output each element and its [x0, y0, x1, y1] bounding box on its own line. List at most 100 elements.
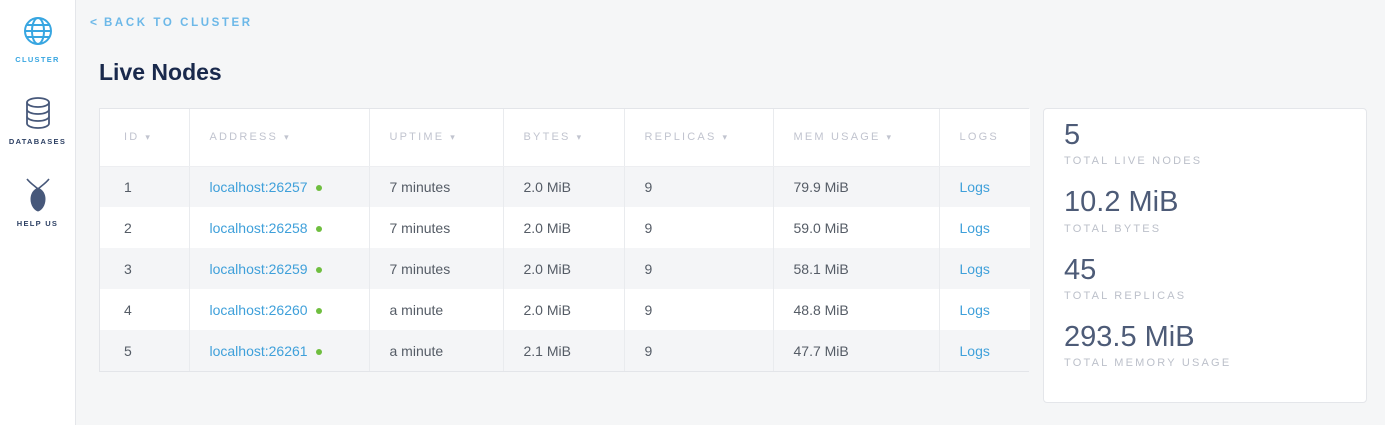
node-logs-link[interactable]: Logs	[960, 261, 990, 277]
sidebar-item-cluster[interactable]: CLUSTER	[0, 12, 75, 64]
live-nodes-table-card: ID▾ ADDRESS▾ UPTIME▾ BYTES▾ REPLICAS▾ ME…	[99, 108, 1029, 372]
node-uptime-cell: a minute	[369, 330, 503, 371]
stat-value: 10.2 MiB	[1064, 186, 1350, 219]
sidebar-item-label: CLUSTER	[15, 55, 60, 64]
table-row: 1 localhost:26257 7 minutes 2.0 MiB 9 79…	[100, 166, 1030, 207]
node-bytes-cell: 2.0 MiB	[503, 166, 624, 207]
table-row: 3 localhost:26259 7 minutes 2.0 MiB 9 58…	[100, 248, 1030, 289]
node-address-cell: localhost:26257	[189, 166, 369, 207]
node-logs-cell: Logs	[939, 166, 1030, 207]
node-mem-usage-cell: 79.9 MiB	[773, 166, 939, 207]
stat-value: 5	[1064, 119, 1350, 152]
node-address-link[interactable]: localhost:26257	[210, 179, 308, 195]
node-logs-link[interactable]: Logs	[960, 343, 990, 359]
column-header-id[interactable]: ID▾	[100, 109, 189, 166]
stat-label: TOTAL BYTES	[1064, 223, 1350, 235]
node-bytes-cell: 2.0 MiB	[503, 289, 624, 330]
node-id-cell: 4	[100, 289, 189, 330]
node-mem-usage-cell: 59.0 MiB	[773, 207, 939, 248]
node-logs-link[interactable]: Logs	[960, 220, 990, 236]
node-live-status-dot	[316, 267, 322, 273]
node-address-link[interactable]: localhost:26260	[210, 302, 308, 318]
node-live-status-dot	[316, 185, 322, 191]
column-header-bytes[interactable]: BYTES▾	[503, 109, 624, 166]
stat-label: TOTAL LIVE NODES	[1064, 155, 1350, 167]
node-logs-cell: Logs	[939, 248, 1030, 289]
live-nodes-table: ID▾ ADDRESS▾ UPTIME▾ BYTES▾ REPLICAS▾ ME…	[100, 109, 1030, 371]
node-uptime-cell: 7 minutes	[369, 166, 503, 207]
main-content: < BACK TO CLUSTER Live Nodes ID▾ ADDRESS…	[76, 0, 1385, 403]
node-live-status-dot	[316, 308, 322, 314]
node-logs-cell: Logs	[939, 207, 1030, 248]
stat-value: 293.5 MiB	[1064, 321, 1350, 354]
stat-total-replicas: 45 TOTAL REPLICAS	[1064, 254, 1350, 302]
column-header-mem-usage[interactable]: MEM USAGE▾	[773, 109, 939, 166]
sort-arrow-icon: ▾	[577, 132, 584, 142]
node-bytes-cell: 2.1 MiB	[503, 330, 624, 371]
sort-arrow-icon: ▾	[284, 132, 291, 142]
cluster-summary-card: 5 TOTAL LIVE NODES 10.2 MiB TOTAL BYTES …	[1043, 108, 1367, 403]
node-mem-usage-cell: 47.7 MiB	[773, 330, 939, 371]
node-address-link[interactable]: localhost:26261	[210, 343, 308, 359]
node-live-status-dot	[316, 349, 322, 355]
stat-total-live-nodes: 5 TOTAL LIVE NODES	[1064, 119, 1350, 167]
column-header-uptime[interactable]: UPTIME▾	[369, 109, 503, 166]
table-row: 2 localhost:26258 7 minutes 2.0 MiB 9 59…	[100, 207, 1030, 248]
node-replicas-cell: 9	[624, 289, 773, 330]
node-address-cell: localhost:26261	[189, 330, 369, 371]
node-logs-link[interactable]: Logs	[960, 179, 990, 195]
page-title: Live Nodes	[99, 59, 1367, 86]
sidebar: CLUSTER DATABASES HELP US	[0, 0, 76, 425]
back-to-cluster-link[interactable]: < BACK TO CLUSTER	[90, 15, 253, 29]
node-id-cell: 3	[100, 248, 189, 289]
node-replicas-cell: 9	[624, 330, 773, 371]
node-mem-usage-cell: 48.8 MiB	[773, 289, 939, 330]
globe-icon	[21, 12, 55, 50]
node-address-link[interactable]: localhost:26259	[210, 261, 308, 277]
node-id-cell: 1	[100, 166, 189, 207]
node-address-cell: localhost:26260	[189, 289, 369, 330]
node-logs-link[interactable]: Logs	[960, 302, 990, 318]
node-replicas-cell: 9	[624, 166, 773, 207]
node-live-status-dot	[316, 226, 322, 232]
sidebar-item-label: DATABASES	[9, 137, 66, 146]
sidebar-item-label: HELP US	[17, 219, 58, 228]
column-header-address[interactable]: ADDRESS▾	[189, 109, 369, 166]
stat-label: TOTAL MEMORY USAGE	[1064, 357, 1350, 369]
node-logs-cell: Logs	[939, 330, 1030, 371]
sidebar-item-help-us[interactable]: HELP US	[0, 176, 75, 228]
back-link-label: BACK TO CLUSTER	[104, 17, 253, 29]
sort-arrow-icon: ▾	[450, 132, 457, 142]
stat-label: TOTAL REPLICAS	[1064, 290, 1350, 302]
table-header-row: ID▾ ADDRESS▾ UPTIME▾ BYTES▾ REPLICAS▾ ME…	[100, 109, 1030, 166]
node-uptime-cell: 7 minutes	[369, 248, 503, 289]
stat-value: 45	[1064, 254, 1350, 287]
sort-arrow-icon: ▾	[887, 132, 894, 142]
node-bytes-cell: 2.0 MiB	[503, 207, 624, 248]
node-bytes-cell: 2.0 MiB	[503, 248, 624, 289]
node-logs-cell: Logs	[939, 289, 1030, 330]
node-replicas-cell: 9	[624, 248, 773, 289]
column-header-logs: LOGS	[939, 109, 1030, 166]
table-row: 4 localhost:26260 a minute 2.0 MiB 9 48.…	[100, 289, 1030, 330]
node-replicas-cell: 9	[624, 207, 773, 248]
sort-arrow-icon: ▾	[723, 132, 730, 142]
node-uptime-cell: a minute	[369, 289, 503, 330]
stat-total-bytes: 10.2 MiB TOTAL BYTES	[1064, 186, 1350, 234]
stat-total-memory-usage: 293.5 MiB TOTAL MEMORY USAGE	[1064, 321, 1350, 369]
node-id-cell: 2	[100, 207, 189, 248]
node-address-cell: localhost:26259	[189, 248, 369, 289]
node-uptime-cell: 7 minutes	[369, 207, 503, 248]
table-row: 5 localhost:26261 a minute 2.1 MiB 9 47.…	[100, 330, 1030, 371]
sidebar-item-databases[interactable]: DATABASES	[0, 94, 75, 146]
node-address-link[interactable]: localhost:26258	[210, 220, 308, 236]
column-header-replicas[interactable]: REPLICAS▾	[624, 109, 773, 166]
content-row: ID▾ ADDRESS▾ UPTIME▾ BYTES▾ REPLICAS▾ ME…	[99, 108, 1367, 403]
cockroach-icon	[23, 176, 53, 214]
database-stack-icon	[23, 94, 53, 132]
node-address-cell: localhost:26258	[189, 207, 369, 248]
node-id-cell: 5	[100, 330, 189, 371]
node-mem-usage-cell: 58.1 MiB	[773, 248, 939, 289]
back-chevron-icon: <	[90, 15, 97, 29]
sort-arrow-icon: ▾	[145, 132, 152, 142]
